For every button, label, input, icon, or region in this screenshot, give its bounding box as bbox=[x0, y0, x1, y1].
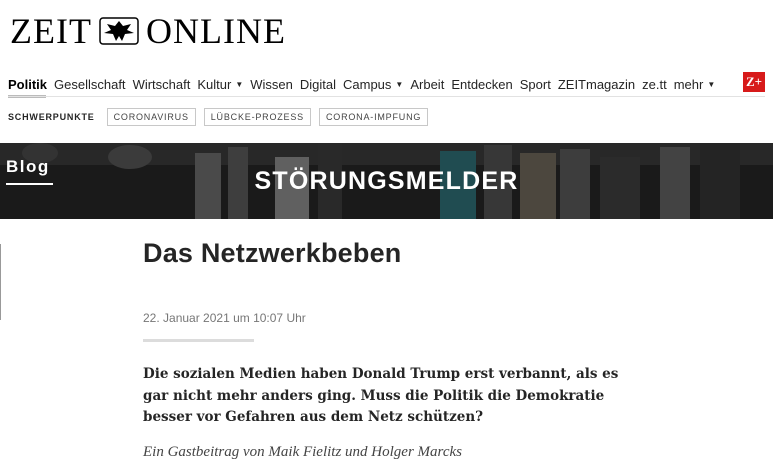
topic-corona-impfung[interactable]: CORONA-IMPFUNG bbox=[318, 107, 429, 126]
nav-item-label: Sport bbox=[519, 76, 551, 92]
nav-item-entdecken[interactable]: Entdecken bbox=[451, 77, 512, 92]
nav-item-label: Gesellschaft bbox=[54, 76, 126, 92]
nav-item-mehr[interactable]: mehr ▼ bbox=[674, 77, 716, 92]
nav-item-label: Wirtschaft bbox=[132, 76, 191, 92]
zplus-button[interactable]: Z+ bbox=[743, 72, 765, 92]
logo-word-zeit: ZEIT bbox=[10, 11, 92, 51]
nav-item-label: Digital bbox=[299, 76, 336, 92]
main-navigation: Politik Gesellschaft Wirtschaft Kultur ▼ Wiss… bbox=[8, 74, 765, 94]
nav-item-label: Campus bbox=[343, 76, 392, 92]
nav-item-label: ZEITmagazin bbox=[557, 76, 636, 92]
article-date: 22. Januar 2021 um 10:07 Uhr bbox=[143, 311, 306, 325]
nav-item-label: Wissen bbox=[250, 76, 293, 92]
nav-item-ze-tt[interactable]: ze.tt bbox=[642, 77, 667, 92]
nav-item-label: Politik bbox=[8, 76, 48, 92]
article-lead: Die sozialen Medien haben Donald Trump e… bbox=[143, 366, 619, 425]
nav-item-label: Entdecken bbox=[451, 76, 513, 92]
blog-title: STÖRUNGSMELDER bbox=[254, 167, 519, 195]
nav-item-label: ze.tt bbox=[642, 76, 667, 92]
nav-item-digital[interactable]: Digital bbox=[300, 77, 336, 92]
nav-item-gesellschaft[interactable]: Gesellschaft bbox=[54, 77, 126, 92]
nav-item-wissen[interactable]: Wissen bbox=[250, 77, 293, 92]
nav-item-zeitmagazin[interactable]: ZEITmagazin bbox=[558, 77, 635, 92]
nav-item-sport[interactable]: Sport bbox=[520, 77, 551, 92]
date-divider bbox=[143, 339, 254, 342]
chevron-down-icon: ▼ bbox=[235, 79, 244, 89]
topic-luebcke-prozess[interactable]: LÜBCKE-PROZESS bbox=[203, 107, 311, 126]
blog-banner[interactable]: Blog STÖRUNGSMELDER bbox=[0, 143, 773, 219]
chevron-down-icon: ▼ bbox=[395, 79, 404, 89]
zeit-online-logo[interactable]: ZEIT ONLINE bbox=[10, 11, 286, 51]
topic-coronavirus[interactable]: CORONAVIRUS bbox=[106, 107, 196, 126]
nav-item-campus[interactable]: Campus ▼ bbox=[343, 77, 403, 92]
nav-item-politik[interactable]: Politik bbox=[8, 77, 47, 92]
nav-divider bbox=[8, 96, 765, 97]
nav-item-kultur[interactable]: Kultur ▼ bbox=[197, 77, 243, 92]
chevron-down-icon: ▼ bbox=[707, 79, 716, 89]
nav-item-label: mehr bbox=[673, 76, 704, 92]
nav-item-wirtschaft[interactable]: Wirtschaft bbox=[133, 77, 191, 92]
article-byline: Ein Gastbeitrag von Maik Fielitz und Hol… bbox=[143, 444, 462, 460]
left-edge-divider bbox=[0, 244, 1, 320]
eagle-emblem-icon bbox=[99, 17, 139, 45]
logo-word-online: ONLINE bbox=[145, 11, 286, 51]
nav-item-arbeit[interactable]: Arbeit bbox=[410, 77, 444, 92]
topics-bar: SCHWERPUNKTE CORONAVIRUS LÜBCKE-PROZESS … bbox=[8, 107, 436, 126]
article-headline: Das Netzwerkbeben bbox=[143, 238, 402, 268]
nav-item-label: Arbeit bbox=[410, 76, 445, 92]
topics-label: SCHWERPUNKTE bbox=[8, 111, 95, 122]
nav-item-label: Kultur bbox=[197, 76, 232, 92]
